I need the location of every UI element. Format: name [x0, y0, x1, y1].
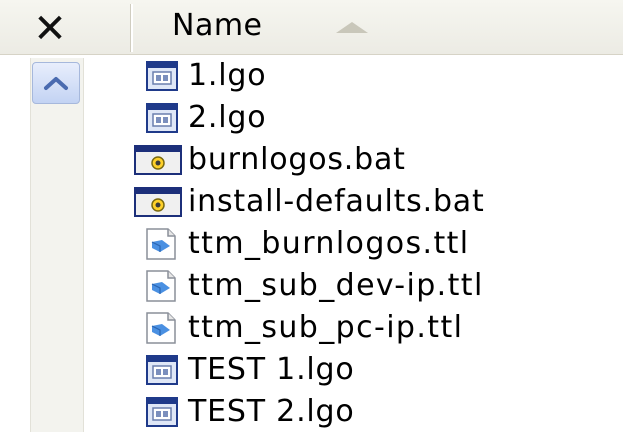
file-row[interactable]: TEST 2.lgo: [132, 391, 623, 432]
chevron-up-icon: [44, 77, 68, 90]
file-name: TEST 2.lgo: [188, 394, 355, 429]
scrollbar-track[interactable]: [30, 58, 84, 432]
list-header: ✕ Name: [0, 0, 623, 55]
file-row[interactable]: burnlogos.bat: [132, 139, 623, 181]
file-row[interactable]: install-defaults.bat: [132, 181, 623, 223]
ttl-file-icon: [132, 266, 188, 306]
name-column-label: Name: [172, 8, 263, 43]
file-name: TEST 1.lgo: [188, 352, 355, 387]
batch-file-icon: [132, 182, 188, 222]
lgo-file-icon: [132, 350, 188, 390]
batch-file-icon: [132, 140, 188, 180]
file-row[interactable]: ttm_burnlogos.ttl: [132, 223, 623, 265]
file-name: ttm_sub_dev-ip.ttl: [188, 268, 484, 303]
file-name: ttm_sub_pc-ip.ttl: [188, 310, 464, 345]
file-row[interactable]: ttm_sub_pc-ip.ttl: [132, 307, 623, 349]
file-row[interactable]: TEST 1.lgo: [132, 349, 623, 391]
lgo-file-icon: [132, 56, 188, 96]
file-name: burnlogos.bat: [188, 142, 406, 177]
lgo-file-icon: [132, 392, 188, 432]
file-row[interactable]: 2.lgo: [132, 97, 623, 139]
file-list: 1.lgo 2.lgo burnlogos.bat install-defaul…: [132, 55, 623, 432]
close-icon[interactable]: ✕: [26, 6, 74, 52]
lgo-file-icon: [132, 98, 188, 138]
file-name: install-defaults.bat: [188, 184, 485, 219]
ttl-file-icon: [132, 224, 188, 264]
sort-ascending-icon: [336, 22, 368, 33]
file-name: ttm_burnlogos.ttl: [188, 226, 470, 261]
file-row[interactable]: 1.lgo: [132, 55, 623, 97]
file-name: 2.lgo: [188, 100, 267, 135]
ttl-file-icon: [132, 308, 188, 348]
scroll-up-button[interactable]: [32, 62, 80, 104]
name-column-header[interactable]: Name: [132, 0, 623, 54]
file-name: 1.lgo: [188, 58, 267, 93]
file-row[interactable]: ttm_sub_dev-ip.ttl: [132, 265, 623, 307]
